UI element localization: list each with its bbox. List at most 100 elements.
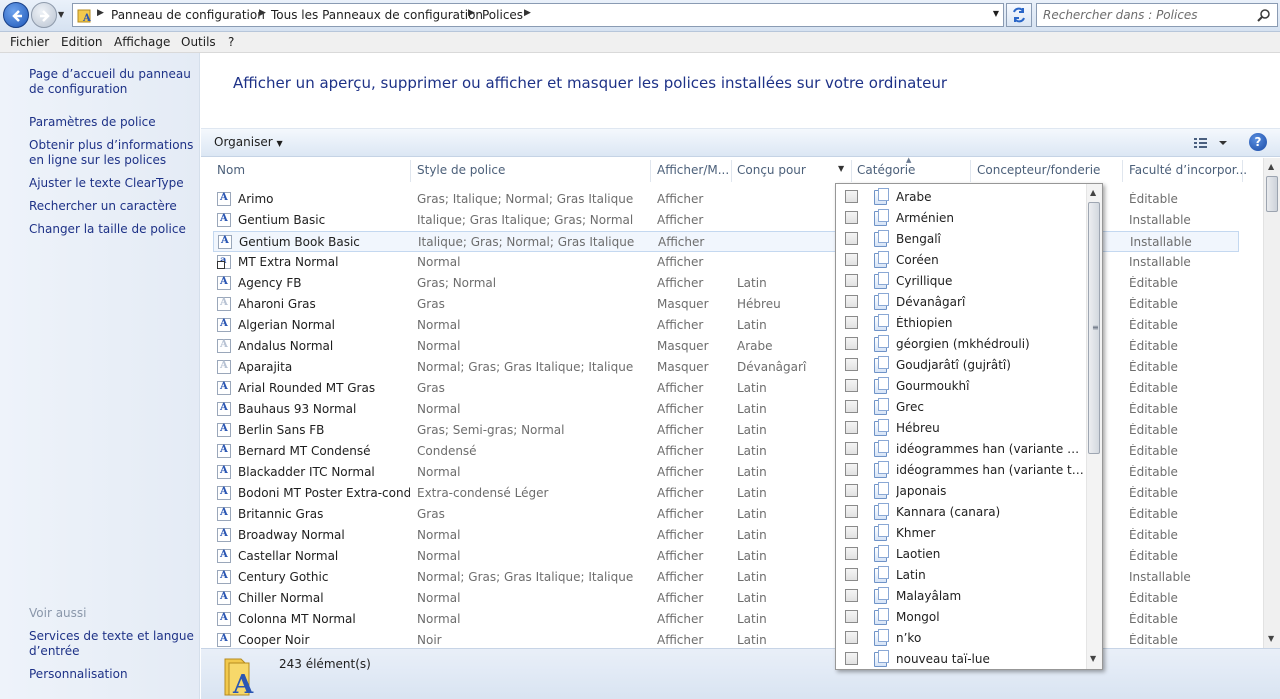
checkbox[interactable]	[845, 568, 858, 581]
checkbox[interactable]	[845, 421, 858, 434]
column-divider[interactable]	[851, 160, 852, 182]
checkbox[interactable]	[845, 211, 858, 224]
checkbox[interactable]	[845, 316, 858, 329]
filter-dropdown-icon[interactable]: ▼	[838, 164, 844, 173]
filter-option[interactable]: Grec	[836, 397, 1086, 418]
search-input[interactable]	[1043, 7, 1253, 23]
dropdown-scrollbar[interactable]: ▲ ≡ ▼	[1086, 184, 1102, 669]
crumb-fonts[interactable]: Polices	[482, 8, 523, 22]
checkbox[interactable]	[845, 484, 858, 497]
filter-option[interactable]: Coréen	[836, 250, 1086, 271]
task-online-info[interactable]: Obtenir plus d’informations en ligne sur…	[29, 138, 197, 168]
column-divider[interactable]	[731, 160, 732, 182]
search-box[interactable]	[1036, 3, 1278, 27]
task-font-size[interactable]: Changer la taille de police	[29, 222, 197, 237]
filter-option[interactable]: Goudjarâtî (gujrâtî)	[836, 355, 1086, 376]
filter-option[interactable]: n’ko	[836, 628, 1086, 649]
chevron-right-icon[interactable]: ▶	[97, 8, 104, 18]
filter-option[interactable]: géorgien (mkhédrouli)	[836, 334, 1086, 355]
checkbox[interactable]	[845, 526, 858, 539]
scroll-down-icon[interactable]: ▼	[1268, 634, 1274, 643]
view-options-button[interactable]	[1193, 135, 1231, 151]
filter-option[interactable]: Éthiopien	[836, 313, 1086, 334]
filter-option[interactable]: Arabe	[836, 187, 1086, 208]
checkbox[interactable]	[845, 442, 858, 455]
checkbox[interactable]	[845, 232, 858, 245]
task-font-settings[interactable]: Paramètres de police	[29, 115, 197, 130]
menu-file[interactable]: Fichier	[10, 35, 49, 49]
filter-option[interactable]: Laotien	[836, 544, 1086, 565]
organize-button[interactable]: Organiser ▼	[214, 135, 283, 149]
checkbox[interactable]	[845, 337, 858, 350]
filter-option[interactable]: Khmer	[836, 523, 1086, 544]
column-divider[interactable]	[410, 160, 411, 182]
breadcrumb[interactable]: A ▶ Panneau de configuration ▶ Tous les …	[72, 3, 1004, 27]
scrollbar-thumb[interactable]	[1266, 176, 1278, 212]
history-dropdown-icon[interactable]: ▼	[58, 10, 64, 19]
column-divider[interactable]	[1242, 160, 1243, 182]
filter-option[interactable]: Cyrillique	[836, 271, 1086, 292]
chevron-right-icon[interactable]: ▶	[468, 8, 475, 18]
checkbox[interactable]	[845, 505, 858, 518]
column-category[interactable]: Catégorie	[857, 163, 915, 177]
help-button[interactable]: ?	[1249, 133, 1267, 151]
checkbox[interactable]	[845, 652, 858, 665]
checkbox[interactable]	[845, 295, 858, 308]
filter-option[interactable]: Mongol	[836, 607, 1086, 628]
crumb-control-panel[interactable]: Panneau de configuration	[111, 8, 265, 22]
filter-option[interactable]: Malayâlam	[836, 586, 1086, 607]
checkbox[interactable]	[845, 190, 858, 203]
filter-option[interactable]: Kannara (canara)	[836, 502, 1086, 523]
column-embeddability[interactable]: Faculté d’incorpor...	[1129, 163, 1247, 177]
filter-option[interactable]: Bengalî	[836, 229, 1086, 250]
scroll-down-icon[interactable]: ▼	[1090, 654, 1096, 663]
menu-view[interactable]: Affichage	[114, 35, 170, 49]
filter-option[interactable]: idéogrammes han (variante simplifiée)	[836, 439, 1086, 460]
filter-option[interactable]: idéogrammes han (variante traditionnelle…	[836, 460, 1086, 481]
task-cleartype[interactable]: Ajuster le texte ClearType	[29, 176, 197, 191]
column-designed-for[interactable]: Conçu pour	[737, 163, 806, 177]
filter-option[interactable]: nouveau taï-lue	[836, 649, 1086, 669]
filter-option[interactable]: Dévanâgarî	[836, 292, 1086, 313]
column-designer[interactable]: Concepteur/fonderie	[977, 163, 1100, 177]
checkbox[interactable]	[845, 463, 858, 476]
filter-option[interactable]: Japonais	[836, 481, 1086, 502]
menu-help[interactable]: ?	[228, 35, 234, 49]
forward-button[interactable]	[31, 2, 57, 28]
back-button[interactable]	[3, 2, 29, 28]
refresh-button[interactable]	[1006, 3, 1032, 27]
crumb-all-panels[interactable]: Tous les Panneaux de configuration	[271, 8, 483, 22]
menu-edit[interactable]: Edition	[61, 35, 103, 49]
scrollbar-thumb[interactable]: ≡	[1088, 202, 1100, 454]
checkbox[interactable]	[845, 358, 858, 371]
column-style[interactable]: Style de police	[417, 163, 505, 177]
task-control-panel-home[interactable]: Page d’accueil du panneau de configurati…	[29, 67, 197, 97]
checkbox[interactable]	[845, 631, 858, 644]
task-text-services[interactable]: Services de texte et langue d’entrée	[29, 629, 197, 659]
column-divider[interactable]	[970, 160, 971, 182]
checkbox[interactable]	[845, 547, 858, 560]
checkbox[interactable]	[845, 589, 858, 602]
vertical-scrollbar[interactable]: ▲ ▼	[1263, 158, 1280, 648]
filter-option[interactable]: Arménien	[836, 208, 1086, 229]
column-show-hide[interactable]: Afficher/M...	[657, 163, 729, 177]
checkbox[interactable]	[845, 610, 858, 623]
column-divider[interactable]	[650, 160, 651, 182]
checkbox[interactable]	[845, 274, 858, 287]
filter-option[interactable]: Hébreu	[836, 418, 1086, 439]
address-dropdown-icon[interactable]: ▼	[993, 9, 999, 18]
column-divider[interactable]	[1122, 160, 1123, 182]
search-icon[interactable]	[1257, 8, 1271, 22]
checkbox[interactable]	[845, 379, 858, 392]
filter-option[interactable]: Latin	[836, 565, 1086, 586]
menu-tools[interactable]: Outils	[181, 35, 216, 49]
column-name[interactable]: Nom	[217, 163, 245, 177]
task-find-character[interactable]: Rechercher un caractère	[29, 199, 197, 214]
checkbox[interactable]	[845, 400, 858, 413]
filter-option[interactable]: Gourmoukhî	[836, 376, 1086, 397]
scroll-up-icon[interactable]: ▲	[1268, 162, 1274, 171]
chevron-right-icon[interactable]: ▶	[259, 8, 266, 18]
chevron-right-icon[interactable]: ▶	[524, 8, 531, 18]
task-personalization[interactable]: Personnalisation	[29, 667, 197, 682]
checkbox[interactable]	[845, 253, 858, 266]
